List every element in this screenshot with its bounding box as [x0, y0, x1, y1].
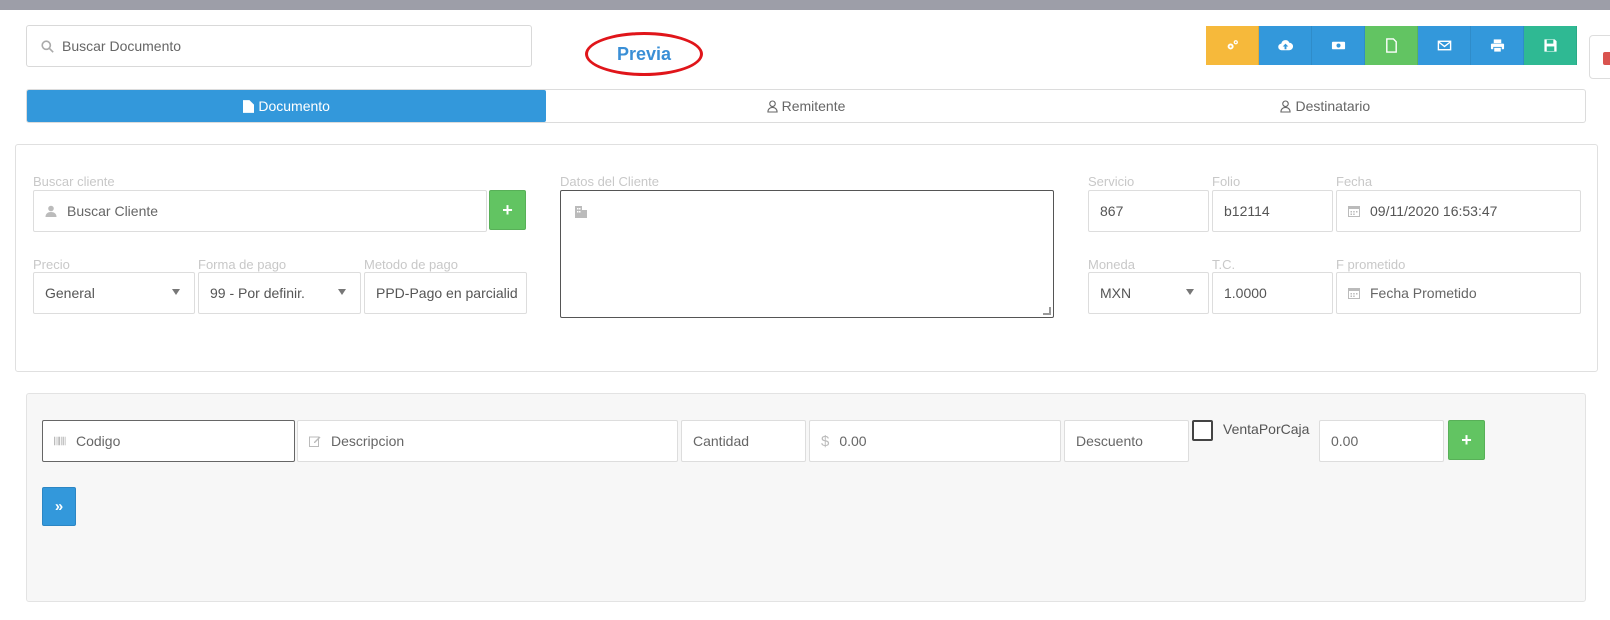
- quantity-input[interactable]: Cantidad: [681, 420, 806, 462]
- promised-date-label: F prometido: [1336, 257, 1406, 272]
- action-toolbar: [1206, 26, 1577, 65]
- preview-highlight-ring: Previa: [585, 32, 703, 76]
- search-icon: [41, 39, 54, 53]
- description-input[interactable]: Descripcion: [297, 420, 678, 462]
- chevron-down-icon: [338, 289, 346, 295]
- client-search-input[interactable]: Buscar Cliente: [33, 190, 487, 232]
- plus-icon: +: [502, 199, 513, 220]
- code-input[interactable]: Codigo: [42, 420, 295, 462]
- payment-form-label: Forma de pago: [198, 257, 287, 272]
- top-bar: [0, 0, 1610, 10]
- calendar-icon: [1348, 205, 1360, 217]
- service-input[interactable]: 867: [1088, 190, 1209, 232]
- currency-label: Moneda: [1088, 257, 1135, 272]
- payment-method-label: Metodo de pago: [364, 257, 458, 272]
- cloud-upload-button[interactable]: [1259, 26, 1312, 65]
- service-label: Servicio: [1088, 174, 1135, 189]
- sell-by-box-label: VentaPorCaja: [1223, 421, 1310, 437]
- expand-button[interactable]: »: [42, 487, 76, 526]
- floppy-disk-icon: [1543, 39, 1557, 52]
- folio-input[interactable]: b12114: [1212, 190, 1333, 232]
- date-label: Fecha: [1336, 174, 1373, 189]
- document-search-input[interactable]: [62, 38, 502, 54]
- preview-link[interactable]: Previa: [617, 44, 671, 65]
- document-tabs: Documento Remitente Destinatario: [26, 89, 1586, 123]
- client-data-textarea[interactable]: [560, 190, 1054, 318]
- tab-label: Documento: [258, 98, 330, 114]
- promised-date-input[interactable]: Fecha Prometido: [1336, 272, 1581, 314]
- cogs-icon: [1227, 40, 1238, 50]
- envelope-icon: [1437, 40, 1451, 51]
- payment-method-select[interactable]: PPD-Pago en parcialid: [364, 272, 527, 314]
- settings-button[interactable]: [1206, 26, 1259, 65]
- client-search-label: Buscar cliente: [33, 174, 115, 189]
- line-total-input[interactable]: 0.00: [1319, 420, 1444, 462]
- exchange-rate-label: T.C.: [1212, 257, 1236, 272]
- save-button[interactable]: [1524, 26, 1577, 65]
- cloud-upload-icon: [1277, 40, 1293, 51]
- exchange-rate-input[interactable]: 1.0000: [1212, 272, 1333, 314]
- price-select[interactable]: General: [33, 272, 195, 314]
- sell-by-box-checkbox[interactable]: [1192, 420, 1213, 441]
- tab-documento[interactable]: Documento: [27, 90, 547, 122]
- plus-icon: +: [1461, 429, 1472, 450]
- tab-remitente[interactable]: Remitente: [546, 90, 1065, 122]
- money-button[interactable]: [1312, 26, 1365, 65]
- double-chevron-right-icon: »: [54, 498, 64, 515]
- new-document-button[interactable]: [1365, 26, 1418, 65]
- currency-select[interactable]: MXN: [1088, 272, 1209, 314]
- tab-label: Remitente: [781, 98, 846, 114]
- chevron-down-icon: [172, 289, 180, 295]
- user-icon: [1280, 99, 1292, 113]
- print-icon: [1490, 39, 1504, 53]
- price-label: Precio: [33, 257, 70, 272]
- folio-label: Folio: [1212, 174, 1241, 189]
- file-icon: [1385, 38, 1397, 53]
- document-search-box[interactable]: [26, 25, 532, 67]
- email-button[interactable]: [1418, 26, 1471, 65]
- user-icon: [766, 99, 778, 113]
- file-icon: [243, 99, 255, 113]
- user-icon: [45, 205, 57, 217]
- tab-label: Destinatario: [1295, 98, 1371, 114]
- payment-form-select[interactable]: 99 - Por definir.: [198, 272, 361, 314]
- edit-icon: [309, 435, 321, 447]
- date-input[interactable]: 09/11/2020 16:53:47: [1336, 190, 1581, 232]
- barcode-icon: [54, 435, 66, 447]
- discount-input[interactable]: Descuento: [1064, 420, 1189, 462]
- resize-handle[interactable]: [1043, 307, 1051, 315]
- building-icon: [574, 204, 588, 221]
- tab-destinatario[interactable]: Destinatario: [1066, 90, 1585, 122]
- dollar-icon: $: [821, 432, 830, 450]
- add-client-button[interactable]: +: [489, 190, 526, 230]
- money-icon: [1331, 41, 1345, 50]
- chevron-down-icon: [1186, 289, 1194, 295]
- calendar-icon: [1348, 287, 1360, 299]
- add-line-item-button[interactable]: +: [1448, 420, 1485, 460]
- notification-badge: [1603, 52, 1610, 65]
- unit-price-input[interactable]: $ 0.00: [809, 420, 1061, 462]
- client-data-label: Datos del Cliente: [560, 174, 659, 189]
- print-button[interactable]: [1471, 26, 1524, 65]
- side-panel-edge[interactable]: [1589, 35, 1610, 79]
